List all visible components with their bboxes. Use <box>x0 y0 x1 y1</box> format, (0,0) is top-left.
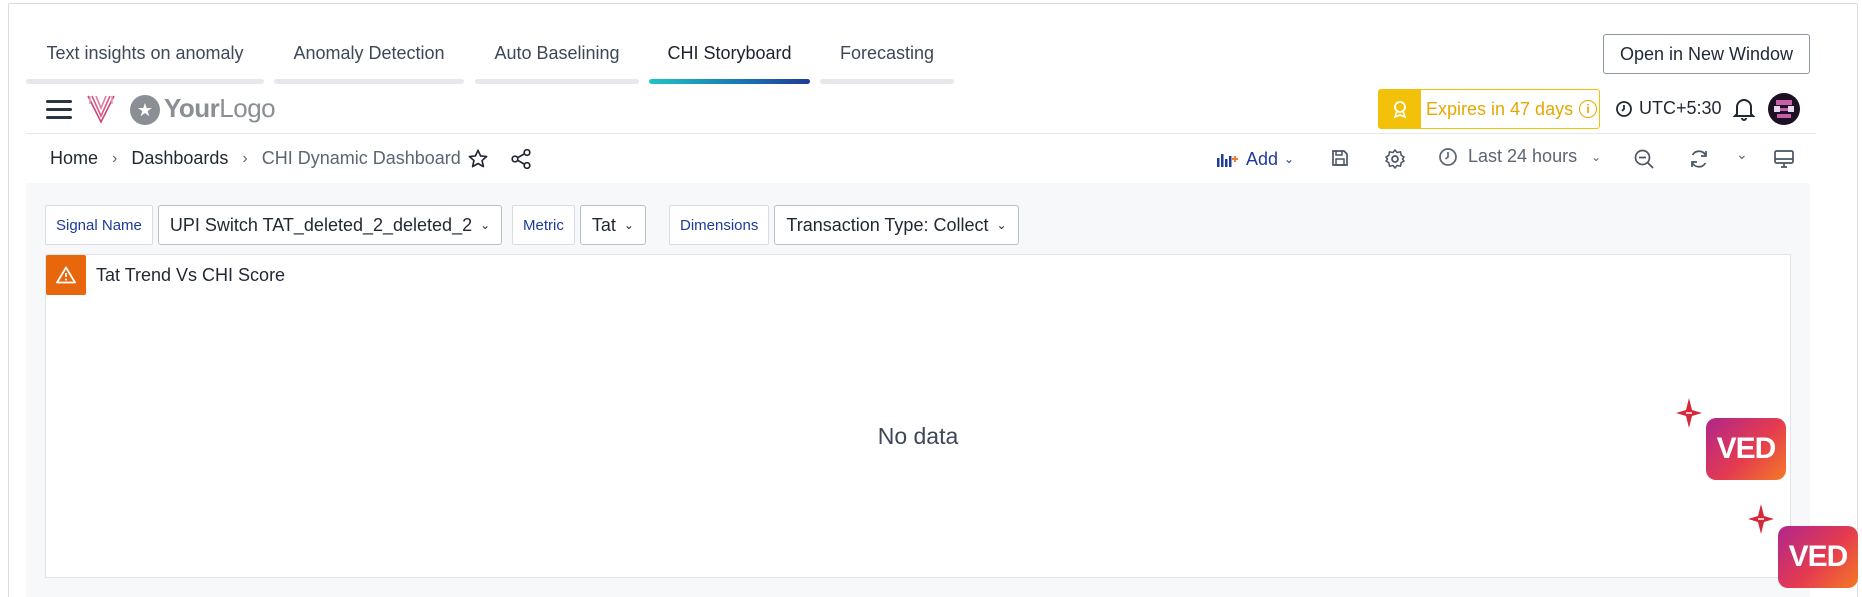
signal-name-select[interactable]: UPI Switch TAT_deleted_2_deleted_2 ⌄ <box>157 205 503 245</box>
signal-name-label: Signal Name <box>45 205 153 245</box>
breadcrumb: Home › Dashboards › CHI Dynamic Dashboar… <box>50 148 461 169</box>
chevron-down-icon: ⌄ <box>996 218 1007 232</box>
breadcrumb-home[interactable]: Home <box>50 148 98 169</box>
add-label: Add <box>1246 148 1279 169</box>
sparkle-icon <box>1748 504 1774 534</box>
metric-select[interactable]: Tat ⌄ <box>579 205 646 245</box>
menu-icon[interactable] <box>46 100 72 120</box>
refresh-icon[interactable] <box>1688 148 1710 170</box>
refresh-interval-chevron-icon[interactable]: ⌄ <box>1736 146 1748 163</box>
bell-icon[interactable] <box>1732 96 1756 122</box>
share-icon[interactable] <box>510 148 532 170</box>
award-icon <box>1379 90 1421 128</box>
user-avatar[interactable] <box>1768 93 1800 125</box>
empty-state-message: No data <box>877 423 959 449</box>
zoom-out-icon[interactable] <box>1633 148 1655 170</box>
dimensions-select[interactable]: Transaction Type: Collect ⌄ <box>774 205 1019 245</box>
brand-mark-icon <box>87 95 115 124</box>
open-new-window-button[interactable]: Open in New Window <box>1603 34 1810 74</box>
sparkle-icon <box>1676 398 1702 428</box>
add-panel-button[interactable]: Add ⌄ <box>1216 146 1294 172</box>
star-icon[interactable] <box>467 148 489 170</box>
tab-text-insights[interactable]: Text insights on anomaly <box>26 36 264 86</box>
clock-icon <box>1439 147 1457 166</box>
add-chart-icon <box>1217 154 1238 167</box>
metric-value: Tat <box>591 214 616 235</box>
save-icon[interactable] <box>1330 148 1350 168</box>
time-range-picker[interactable]: Last 24 hours ⌄ <box>1438 146 1601 167</box>
assistant-launcher-button-secondary[interactable]: VED <box>1778 526 1858 588</box>
tab-anomaly-detection[interactable]: Anomaly Detection <box>274 36 464 86</box>
clock-icon <box>1616 100 1632 117</box>
timezone-text: UTC+5:30 <box>1639 98 1722 118</box>
time-range-label: Last 24 hours <box>1468 146 1578 166</box>
tab-label: Forecasting <box>839 43 935 63</box>
warning-icon[interactable] <box>46 255 86 295</box>
info-icon[interactable]: i <box>1579 100 1598 118</box>
expiry-text: Expires in 47 days <box>1426 98 1574 119</box>
chevron-down-icon: ⌄ <box>1284 152 1295 166</box>
tab-label: Anomaly Detection <box>293 43 445 63</box>
tab-indicator-active <box>649 79 810 84</box>
panel-title: Tat Trend Vs CHI Score <box>96 265 286 285</box>
breadcrumb-dashboards[interactable]: Dashboards <box>131 148 228 169</box>
chevron-right-icon: › <box>242 149 248 167</box>
signal-filter: Signal Name UPI Switch TAT_deleted_2_del… <box>45 205 503 245</box>
tab-indicator <box>475 79 639 84</box>
dimensions-filter: Dimensions Transaction Type: Collect ⌄ <box>669 205 1019 245</box>
tab-label: Text insights on anomaly <box>46 43 244 63</box>
tab-forecasting[interactable]: Forecasting <box>820 36 954 86</box>
dimensions-value: Transaction Type: Collect <box>786 214 989 235</box>
assistant-launcher-button[interactable]: VED <box>1706 418 1786 480</box>
tab-label: CHI Storyboard <box>667 43 792 63</box>
app-header: ★ YourLogo Expires in 47 days i UTC+5:30 <box>26 88 1816 134</box>
dimensions-label: Dimensions <box>669 205 770 245</box>
tab-indicator <box>820 79 954 84</box>
metric-filter: Metric Tat ⌄ <box>512 205 646 245</box>
signal-name-value: UPI Switch TAT_deleted_2_deleted_2 <box>169 214 473 235</box>
license-expiry-badge[interactable]: Expires in 47 days i <box>1378 89 1600 129</box>
logo-text: YourLogo <box>164 93 276 123</box>
tab-chi-storyboard[interactable]: CHI Storyboard <box>649 36 810 86</box>
chart-panel: Tat Trend Vs CHI Score No data <box>45 254 1791 578</box>
tv-mode-icon[interactable] <box>1773 148 1795 170</box>
tab-indicator <box>26 79 264 84</box>
chevron-down-icon: ⌄ <box>623 218 634 232</box>
chevron-right-icon: › <box>112 149 118 167</box>
metric-label: Metric <box>512 205 575 245</box>
timezone-indicator[interactable]: UTC+5:30 <box>1615 98 1722 119</box>
gear-icon[interactable] <box>1384 148 1406 170</box>
breadcrumb-current: CHI Dynamic Dashboard <box>261 148 461 168</box>
chevron-down-icon: ⌄ <box>480 218 491 232</box>
tab-auto-baselining[interactable]: Auto Baselining <box>475 36 639 86</box>
logo-star-icon: ★ <box>130 95 160 125</box>
tab-label: Auto Baselining <box>494 43 620 63</box>
tab-indicator <box>274 79 464 84</box>
chevron-down-icon: ⌄ <box>1591 149 1602 164</box>
